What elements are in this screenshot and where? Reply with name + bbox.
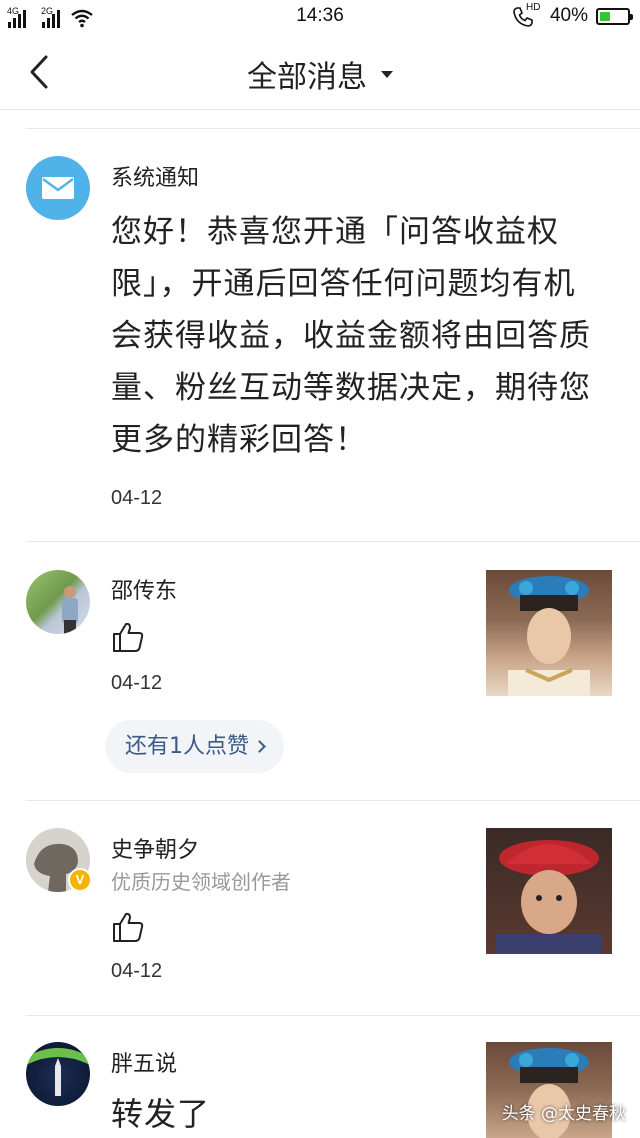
post-thumbnail[interactable] [486,570,612,696]
page-title: 全部消息 [247,60,367,95]
sender-name: 史争朝夕 [111,838,200,863]
verified-badge: V [68,868,92,892]
message-date: 04-12 [111,672,163,694]
page-title-dropdown[interactable]: 全部消息 [0,52,640,96]
divider [26,541,640,542]
nav-bar: 全部消息 [0,34,640,110]
thumbs-up-icon [113,912,144,942]
sender-name: 邵传东 [111,579,178,604]
hd-call-icon: HD [512,2,542,27]
hd-label: HD [525,2,541,13]
status-bar: 4G 2G 14:36 HD 40% [0,0,640,34]
thumbs-up-icon [113,622,144,652]
battery-percent: 40% [549,5,588,26]
caret-down-icon [381,71,393,78]
message-date: 04-12 [111,960,163,982]
battery-icon [596,7,633,25]
more-likes-button[interactable]: 还有1人点赞 [105,720,284,773]
sender-name: 系统通知 [111,166,200,191]
message-date: 04-12 [111,487,163,509]
sender-title: 优质历史领域创作者 [111,870,291,894]
avatar[interactable] [26,570,90,634]
divider [26,128,640,129]
post-thumbnail[interactable] [486,828,612,954]
more-likes-label: 还有1人点赞 [125,734,249,759]
sender-name: 胖五说 [111,1052,178,1077]
chevron-right-icon [253,740,266,753]
divider [26,1015,640,1016]
avatar[interactable] [26,1042,90,1106]
mail-icon [26,156,90,220]
watermark: 头条 @太史春秋 [501,1104,626,1124]
message-body: 您好！恭喜您开通「问答收益权限」，开通后回答任何问题均有机会获得收益，收益金额将… [111,214,591,458]
divider [26,800,640,801]
